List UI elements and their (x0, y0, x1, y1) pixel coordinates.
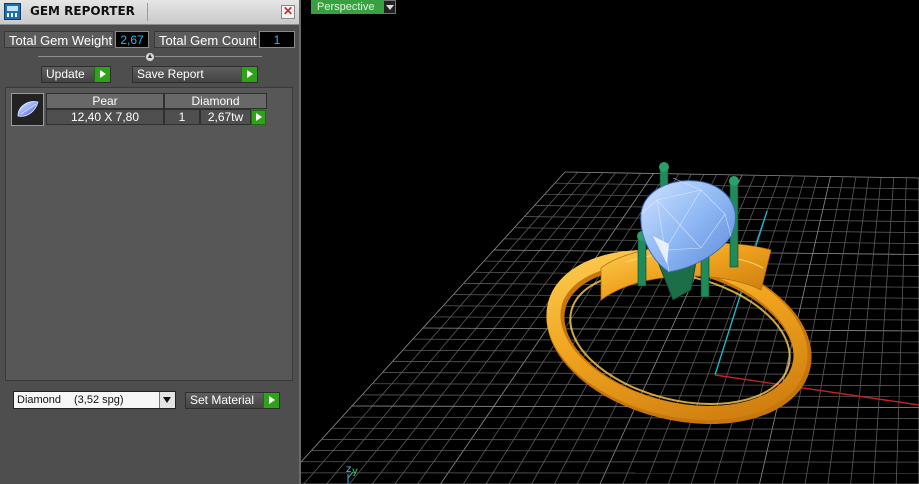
chevron-down-icon (159, 392, 175, 408)
set-material-button-label: Set Material (190, 393, 255, 407)
set-material-button[interactable]: Set Material (185, 392, 280, 409)
axis-y-label: y (352, 466, 358, 477)
chevron-down-icon[interactable] (383, 0, 396, 14)
close-icon[interactable]: ✕ (281, 5, 295, 19)
grid-line (412, 338, 919, 343)
total-gem-count-value: 1 (259, 31, 295, 48)
gem-reporter-panel: GEM REPORTER ✕ Total Gem Weight 2,67 Tot… (0, 0, 301, 484)
save-report-button-label: Save Report (137, 67, 204, 81)
total-gem-count-label: Total Gem Count (154, 31, 258, 48)
material-select-density: (3,52 spg) (74, 394, 124, 406)
axis-z-label: z (346, 464, 352, 475)
column-header-material: Diamond (164, 93, 267, 109)
column-header-shape: Pear (46, 93, 164, 109)
play-arrow-icon (241, 67, 257, 82)
floor-grid (301, 171, 919, 484)
play-arrow-icon (94, 67, 110, 82)
material-select[interactable]: Diamond (3,52 spg) (13, 391, 176, 409)
grid-line (331, 427, 919, 430)
gem-reporter-app-icon (4, 3, 21, 20)
play-arrow-icon (263, 393, 279, 408)
total-gem-weight-label: Total Gem Weight (4, 31, 114, 48)
view-name-tab[interactable]: Perspective (311, 0, 383, 14)
gem-size-cell: 12,40 X 7,80 (46, 109, 164, 125)
titlebar-separator (147, 3, 148, 21)
gem-count-cell: 1 (164, 109, 200, 125)
save-report-button[interactable]: Save Report (132, 66, 258, 83)
grid-line (311, 450, 919, 452)
panel-title: GEM REPORTER (30, 4, 135, 18)
update-button[interactable]: Update (41, 66, 111, 83)
viewport-canvas[interactable] (301, 0, 919, 484)
gem-weight-cell: 2,67tw (200, 109, 251, 125)
gem-list (5, 87, 293, 381)
perspective-viewport[interactable]: Perspective z y (301, 0, 919, 484)
splitter-handle[interactable]: ▲ (145, 52, 155, 62)
panel-titlebar: GEM REPORTER ✕ (0, 0, 299, 25)
play-arrow-icon[interactable] (251, 110, 266, 125)
grid-line (422, 327, 919, 332)
update-button-label: Update (46, 67, 85, 81)
material-select-name: Diamond (17, 394, 62, 406)
total-gem-weight-value: 2,67 (115, 31, 149, 48)
pear-gem-icon[interactable] (11, 93, 44, 126)
grid-line (321, 439, 919, 441)
